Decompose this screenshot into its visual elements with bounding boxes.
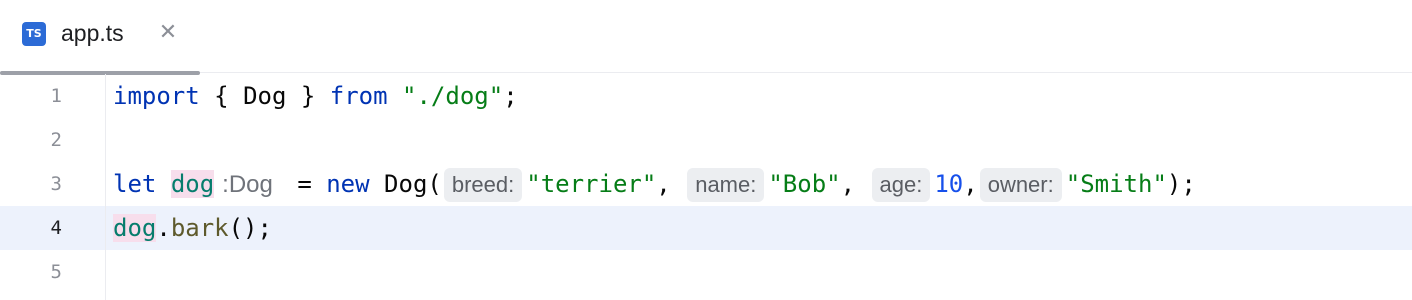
tab-label: app.ts (61, 20, 124, 46)
argument-number: 10 (934, 170, 964, 198)
module-path-string: "./dog" (402, 82, 504, 110)
punctuation: , (963, 170, 978, 198)
punctuation: (); (228, 214, 272, 242)
line-number-gutter[interactable]: 1 2 3 4 5 (0, 74, 106, 300)
line-number: 5 (50, 261, 62, 283)
tab-app-ts[interactable]: TS app.ts ✕ (0, 0, 200, 75)
punctuation: , (840, 170, 870, 198)
punctuation: { (199, 82, 244, 110)
parameter-hint-name: name: (687, 168, 765, 202)
argument-string: "terrier" (526, 170, 657, 198)
punctuation: = (282, 170, 327, 198)
line-number-current: 4 (50, 217, 62, 239)
code-line-1[interactable]: import { Dog } from "./dog"; (113, 74, 518, 118)
keyword-import: import (113, 82, 200, 110)
punctuation: ( (427, 170, 442, 198)
punctuation: ); (1166, 170, 1196, 198)
punctuation: ; (503, 82, 518, 110)
imported-identifier: Dog (243, 82, 287, 110)
close-icon[interactable]: ✕ (157, 18, 179, 48)
editor-tab-bar: TS app.ts ✕ (0, 0, 1412, 75)
line-number: 2 (50, 129, 62, 151)
keyword-let: let (113, 170, 157, 198)
typescript-file-icon: TS (22, 22, 46, 46)
code-line-3[interactable]: let dog :Dog = new Dog(breed: "terrier", n… (113, 162, 1196, 206)
variable-dog: dog (113, 214, 157, 242)
punctuation: . (156, 214, 171, 242)
punctuation: , (656, 170, 686, 198)
parameter-hint-owner: owner: (979, 168, 1062, 202)
keyword-new: new (326, 170, 370, 198)
method-bark: bark (170, 214, 229, 242)
line-number: 1 (50, 85, 62, 107)
parameter-hint-breed: breed: (443, 168, 523, 202)
parameter-hint-age: age: (871, 168, 931, 202)
argument-string: "Bob" (768, 170, 841, 198)
punctuation: } (286, 82, 330, 110)
code-editor[interactable]: 1 2 3 4 5 import { Dog } from "./dog"; l… (0, 74, 1412, 300)
variable-dog: dog (170, 170, 215, 198)
keyword-from: from (329, 82, 388, 110)
line-number: 3 (50, 173, 62, 195)
inlay-type-hint: :Dog (222, 171, 273, 198)
argument-string: "Smith" (1065, 170, 1167, 198)
code-line-4[interactable]: dog.bark(); (113, 206, 272, 250)
constructor-dog: Dog (384, 170, 428, 198)
